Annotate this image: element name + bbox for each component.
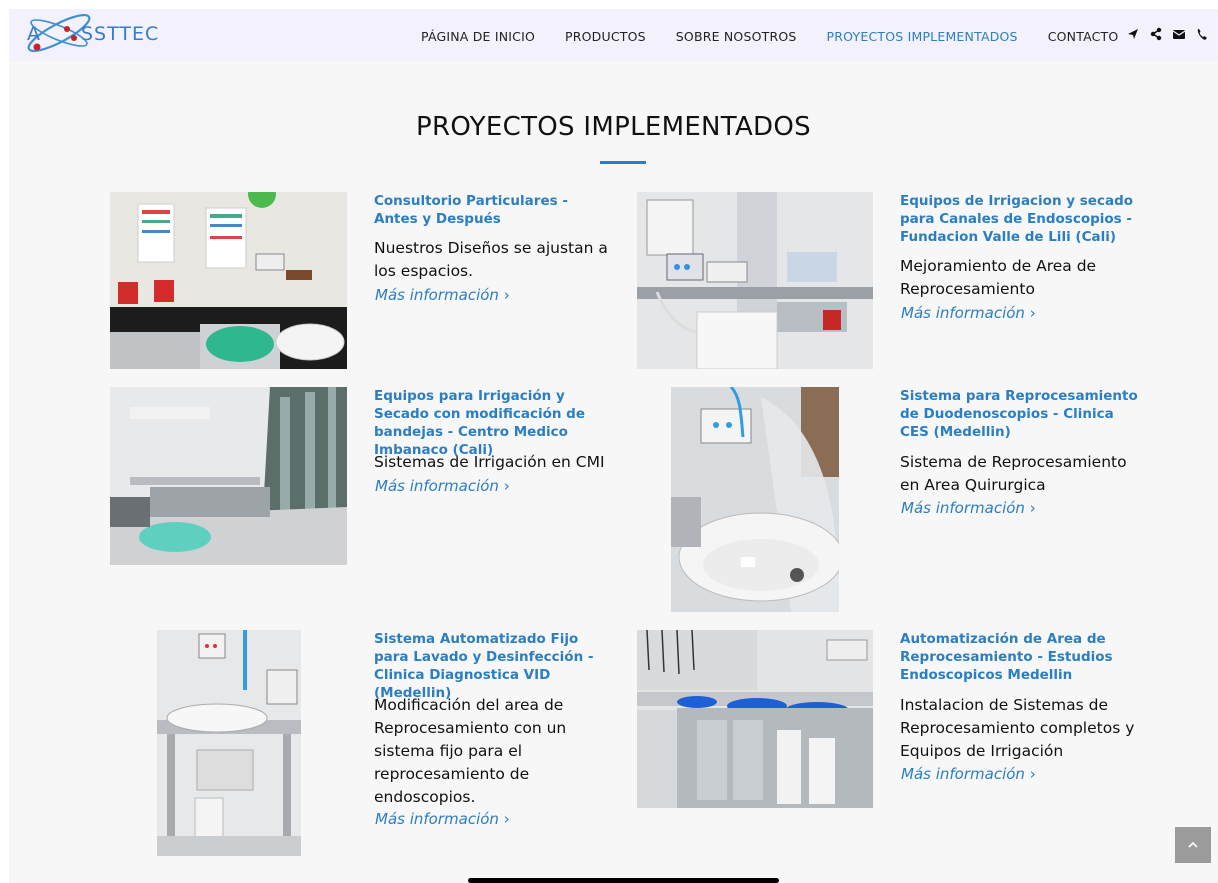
- logo-text: SSTTEC: [81, 23, 160, 45]
- project-image[interactable]: [671, 387, 839, 612]
- project-image[interactable]: [637, 630, 873, 808]
- brand-logo[interactable]: A SSTTEC: [19, 11, 189, 61]
- project-title[interactable]: Equipos de Irrigacion y secado para Cana…: [900, 192, 1140, 246]
- header-icons: [1126, 25, 1209, 43]
- project-description: Modificación del area de Reprocesamiento…: [374, 696, 567, 806]
- project-description: Nuestros Diseños se ajustan a los espaci…: [374, 239, 608, 280]
- more-info-link[interactable]: Más información ›: [901, 499, 1036, 517]
- nav-projects[interactable]: PROYECTOS IMPLEMENTADOS: [827, 29, 1018, 44]
- share-icon[interactable]: [1149, 25, 1163, 43]
- project-image[interactable]: [110, 192, 347, 369]
- project-image[interactable]: [637, 192, 873, 369]
- chevron-up-icon: [1188, 841, 1198, 848]
- browser-viewport: A SSTTEC PÁGINA DE INICIO PRODUCTOS SOBR…: [9, 9, 1218, 883]
- nav-products[interactable]: PRODUCTOS: [565, 29, 646, 44]
- main-nav: PÁGINA DE INICIO PRODUCTOS SOBRE NOSOTRO…: [421, 26, 1118, 46]
- site-header: A SSTTEC PÁGINA DE INICIO PRODUCTOS SOBR…: [9, 9, 1218, 61]
- project-description: Mejoramiento de Area de Reprocesamiento: [900, 257, 1097, 298]
- project-title[interactable]: Automatización de Area de Reprocesamient…: [900, 630, 1140, 684]
- phone-icon[interactable]: [1195, 25, 1209, 43]
- project-description: Sistemas de Irrigación en CMI: [374, 453, 605, 471]
- more-info-link[interactable]: Más información ›: [375, 477, 510, 495]
- more-info-link[interactable]: Más información ›: [901, 304, 1036, 322]
- project-title[interactable]: Consultorio Particulares - Antes y Despu…: [374, 192, 614, 228]
- more-info-link[interactable]: Más información ›: [375, 286, 510, 304]
- project-image[interactable]: [110, 387, 347, 565]
- page-title: PROYECTOS IMPLEMENTADOS: [416, 112, 811, 142]
- more-info-link[interactable]: Más información ›: [375, 810, 510, 828]
- location-arrow-icon[interactable]: [1126, 25, 1140, 43]
- project-description: Sistema de Reprocesamiento en Area Quiru…: [900, 453, 1127, 494]
- nav-home[interactable]: PÁGINA DE INICIO: [421, 29, 535, 44]
- project-image[interactable]: [157, 630, 301, 856]
- more-info-link[interactable]: Más información ›: [901, 765, 1036, 783]
- project-title[interactable]: Equipos para Irrigación y Secado con mod…: [374, 387, 614, 459]
- scroll-to-top-button[interactable]: [1175, 827, 1211, 863]
- nav-contact[interactable]: CONTACTO: [1048, 29, 1119, 44]
- envelope-icon[interactable]: [1172, 25, 1186, 43]
- home-indicator: [468, 878, 779, 883]
- logo-prefix: A: [27, 23, 40, 45]
- title-underline: [600, 161, 646, 164]
- project-title[interactable]: Sistema Automatizado Fijo para Lavado y …: [374, 630, 614, 702]
- project-description: Instalacion de Sistemas de Reprocesamien…: [900, 696, 1135, 760]
- nav-about[interactable]: SOBRE NOSOTROS: [676, 29, 797, 44]
- project-title[interactable]: Sistema para Reprocesamiento de Duodenos…: [900, 387, 1140, 441]
